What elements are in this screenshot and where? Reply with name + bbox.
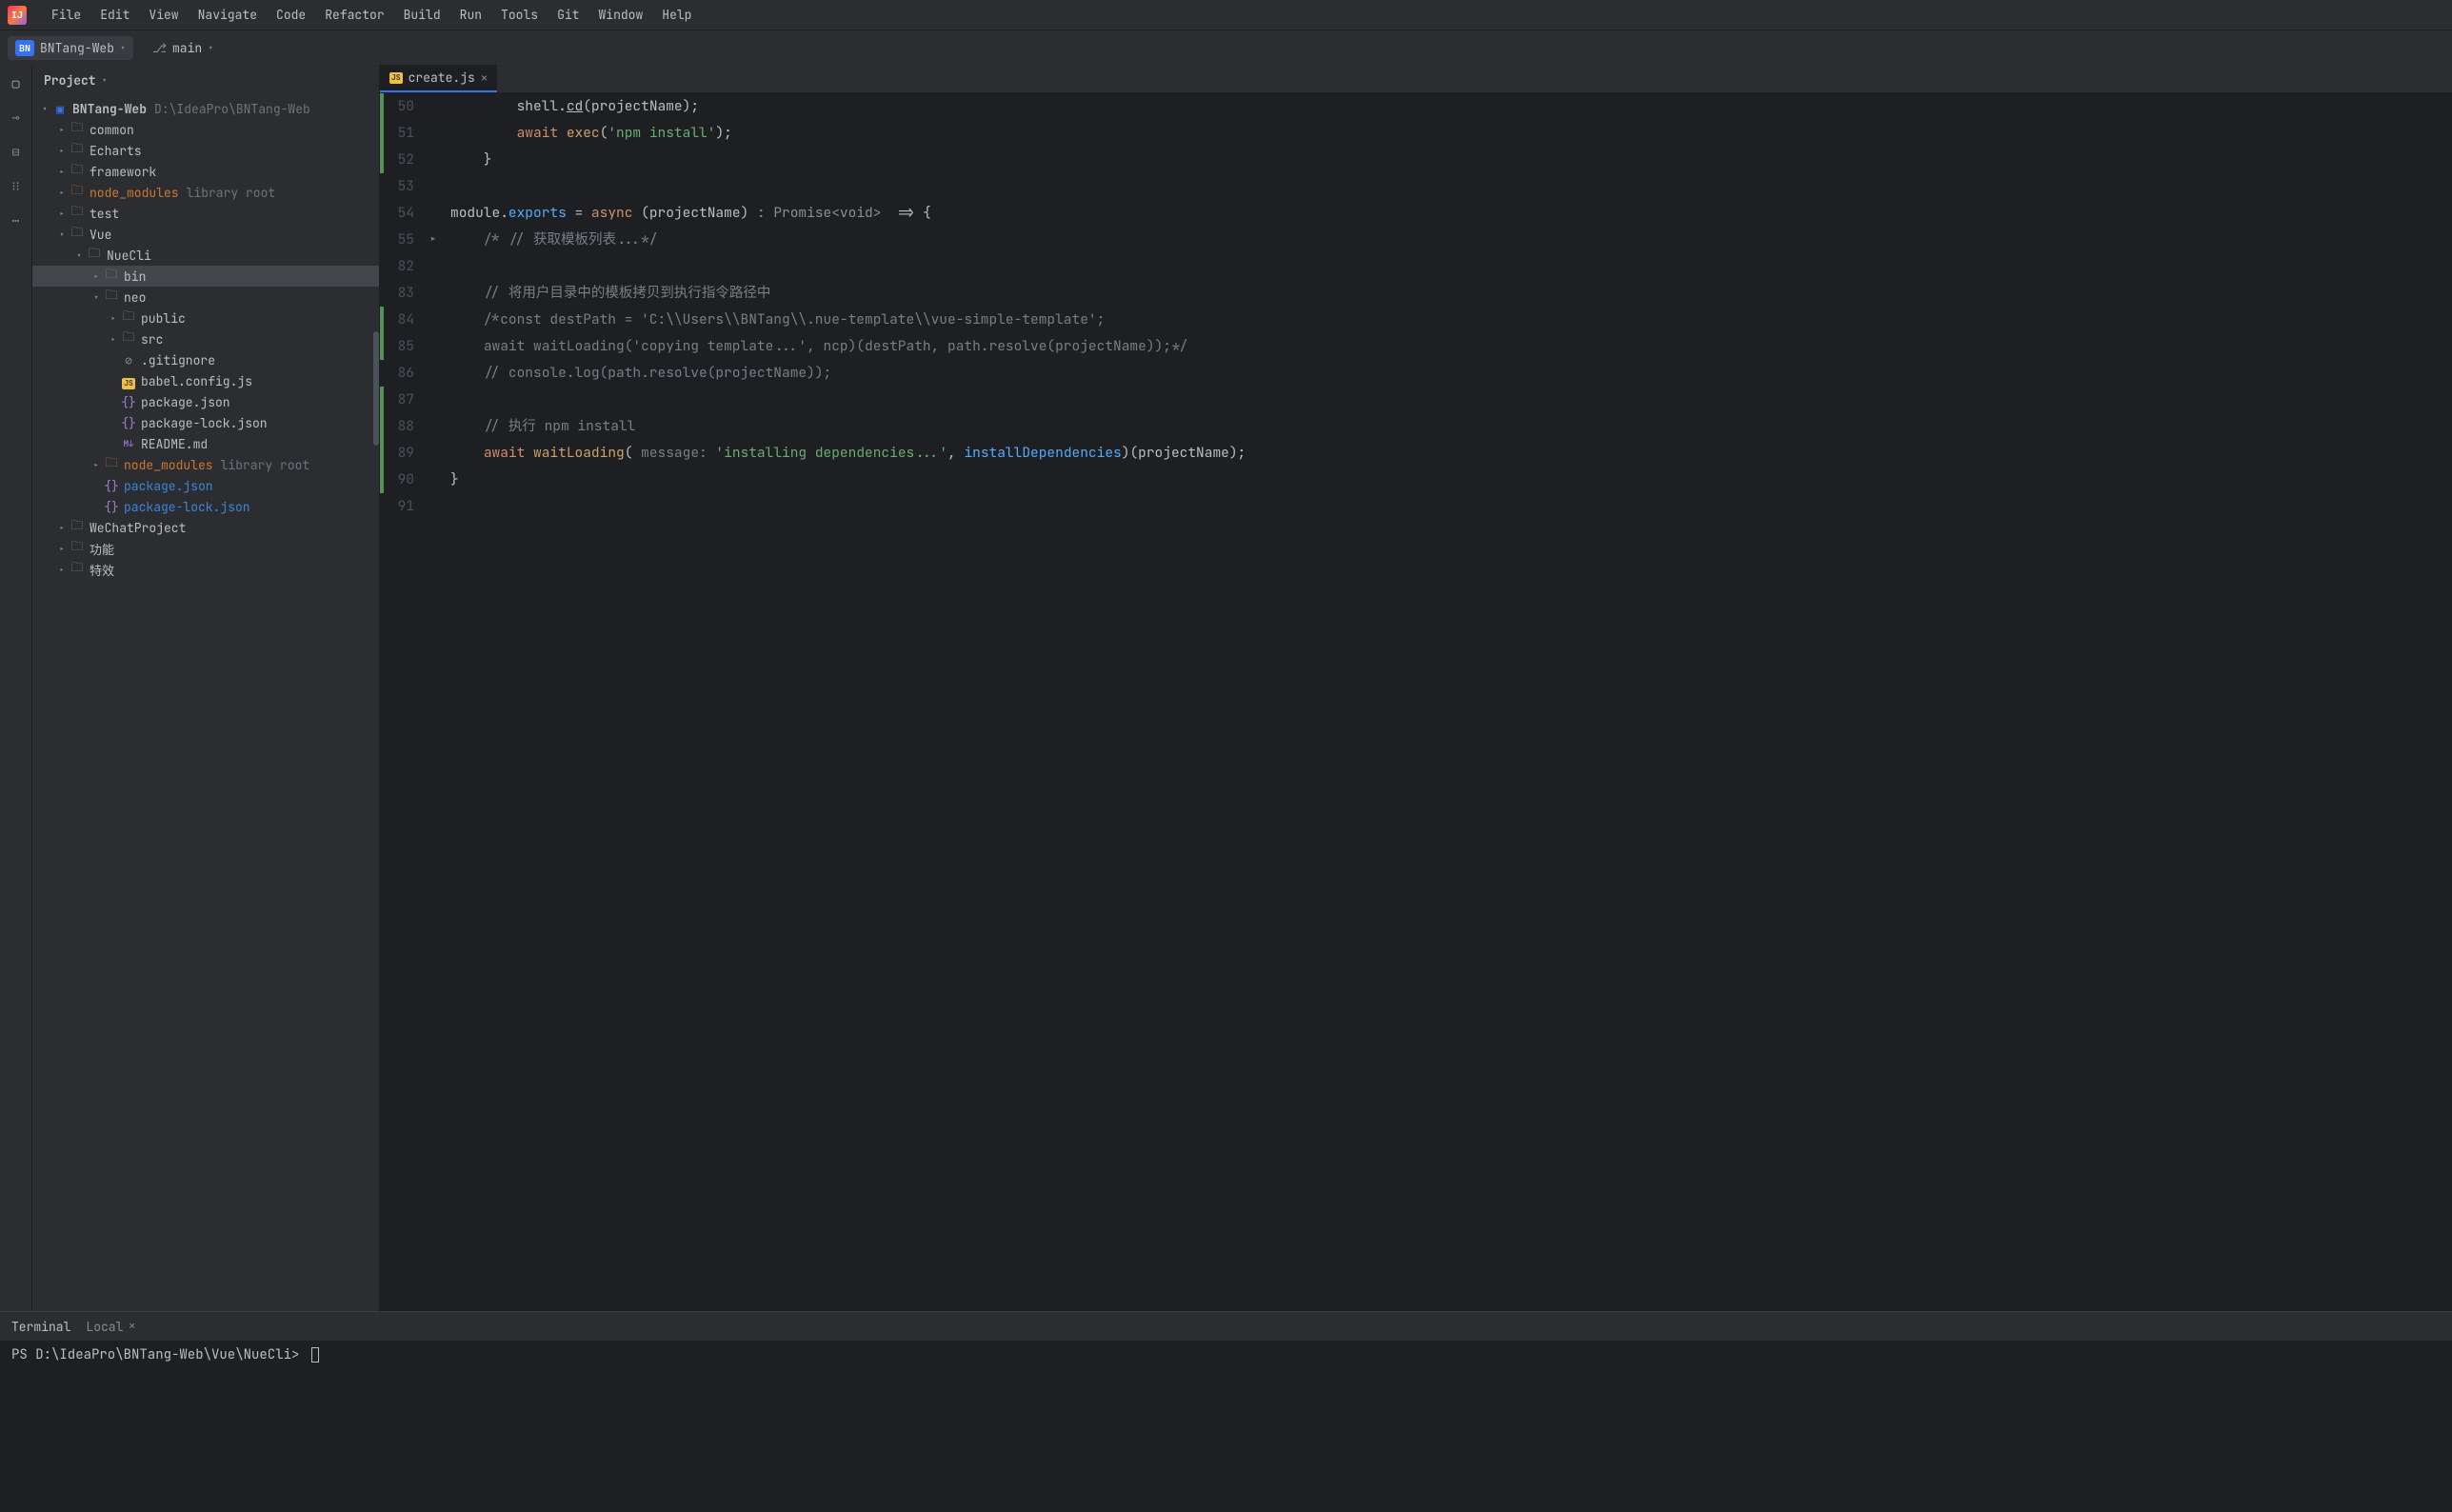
editor-tab[interactable]: JS create.js ✕ <box>380 65 497 92</box>
tree-item-neo[interactable]: ▾🗀neo <box>32 287 379 308</box>
tree-item-framework[interactable]: ▸🗀framework <box>32 161 379 182</box>
tree-item-NueCli[interactable]: ▾🗀NueCli <box>32 245 379 266</box>
tree-item-public[interactable]: ▸🗀public <box>32 308 379 328</box>
editor-area: JS create.js ✕ 5051525354558283848586878… <box>380 65 2452 1311</box>
tree-item-特效[interactable]: ▸🗀特效 <box>32 559 379 580</box>
chevron-down-icon: ▾ <box>102 74 108 87</box>
tree-item-test[interactable]: ▸🗀test <box>32 203 379 224</box>
terminal-cursor <box>311 1347 319 1363</box>
menu-view[interactable]: View <box>139 3 188 27</box>
project-badge: BN <box>15 40 34 56</box>
code-editor[interactable]: 50515253545582838485868788899091 ▸ shell… <box>380 93 2452 1311</box>
tree-item-package-json[interactable]: {}package.json <box>32 391 379 412</box>
tree-item-common[interactable]: ▸🗀common <box>32 119 379 140</box>
terminal-local-tab[interactable]: Local ✕ <box>86 1319 135 1335</box>
js-file-icon: JS <box>389 72 403 84</box>
project-panel: Project ▾ ▾▣BNTang-WebD:\IdeaPro\BNTang-… <box>32 65 380 1311</box>
tree-item-node_modules[interactable]: ▸🗀node_moduleslibrary root <box>32 182 379 203</box>
panel-header[interactable]: Project ▾ <box>32 65 379 96</box>
tree-item-README-md[interactable]: M↓README.md <box>32 433 379 454</box>
menu-window[interactable]: Window <box>588 3 652 27</box>
menu-help[interactable]: Help <box>652 3 701 27</box>
tree-item--gitignore[interactable]: ⊘.gitignore <box>32 349 379 370</box>
nav-bar: BN BNTang-Web ▾ ⎇ main ▾ <box>0 30 2452 65</box>
editor-tab-bar: JS create.js ✕ <box>380 65 2452 93</box>
menu-git[interactable]: Git <box>548 3 588 27</box>
menu-bar: IJ FileEditViewNavigateCodeRefactorBuild… <box>0 0 2452 30</box>
project-name: BNTang-Web <box>40 40 114 56</box>
menu-navigate[interactable]: Navigate <box>189 3 267 27</box>
menu-refactor[interactable]: Refactor <box>315 3 393 27</box>
more-tool-icon[interactable]: ⋯ <box>6 209 27 230</box>
branch-name: main <box>172 40 202 56</box>
tree-item-babel-config-js[interactable]: JSbabel.config.js <box>32 370 379 391</box>
chevron-down-icon: ▾ <box>120 42 126 54</box>
menu-edit[interactable]: Edit <box>90 3 139 27</box>
tab-filename: create.js <box>409 70 475 86</box>
chevron-down-icon: ▾ <box>208 42 213 54</box>
close-icon[interactable]: ✕ <box>481 70 488 86</box>
tree-item-package-json[interactable]: {}package.json <box>32 475 379 496</box>
project-selector[interactable]: BN BNTang-Web ▾ <box>8 36 133 60</box>
terminal-content[interactable]: PS D:\IdeaPro\BNTang-Web\Vue\NueCli> <box>0 1341 2452 1512</box>
panel-title: Project <box>44 72 96 89</box>
tree-item-Vue[interactable]: ▾🗀Vue <box>32 224 379 245</box>
tree-item-bin[interactable]: ▸🗀bin <box>32 266 379 287</box>
menu-file[interactable]: File <box>42 3 90 27</box>
project-tool-icon[interactable]: ▢ <box>6 72 27 93</box>
tree-item-node_modules[interactable]: ▸🗀node_moduleslibrary root <box>32 454 379 475</box>
structure-tool-icon[interactable]: ⊟ <box>6 141 27 162</box>
tree-item-src[interactable]: ▸🗀src <box>32 328 379 349</box>
terminal-prompt: PS D:\IdeaPro\BNTang-Web\Vue\NueCli> <box>11 1346 308 1363</box>
tree-item-Echarts[interactable]: ▸🗀Echarts <box>32 140 379 161</box>
terminal-main-tab[interactable]: Terminal <box>11 1319 70 1335</box>
terminal-panel: Terminal Local ✕ PS D:\IdeaPro\BNTang-We… <box>0 1311 2452 1512</box>
close-icon[interactable]: ✕ <box>129 1320 135 1333</box>
menu-tools[interactable]: Tools <box>491 3 548 27</box>
menu-run[interactable]: Run <box>450 3 491 27</box>
tool-strip: ▢ ⊸ ⊟ ⁝⁝ ⋯ <box>0 65 32 1311</box>
tree-root[interactable]: ▾▣BNTang-WebD:\IdeaPro\BNTang-Web <box>32 98 379 119</box>
project-tree[interactable]: ▾▣BNTang-WebD:\IdeaPro\BNTang-Web▸🗀commo… <box>32 96 379 1311</box>
menu-code[interactable]: Code <box>267 3 315 27</box>
terminal-tabs: Terminal Local ✕ <box>0 1312 2452 1341</box>
tree-item-package-lock-json[interactable]: {}package-lock.json <box>32 412 379 433</box>
tree-item-WeChatProject[interactable]: ▸🗀WeChatProject <box>32 517 379 538</box>
app-icon: IJ <box>8 6 27 25</box>
bookmarks-tool-icon[interactable]: ⁝⁝ <box>6 175 27 196</box>
branch-icon: ⎇ <box>152 40 167 56</box>
tree-item-package-lock-json[interactable]: {}package-lock.json <box>32 496 379 517</box>
commit-tool-icon[interactable]: ⊸ <box>6 107 27 128</box>
tree-item-功能[interactable]: ▸🗀功能 <box>32 538 379 559</box>
menu-build[interactable]: Build <box>394 3 450 27</box>
git-branch-selector[interactable]: ⎇ main ▾ <box>145 36 221 60</box>
